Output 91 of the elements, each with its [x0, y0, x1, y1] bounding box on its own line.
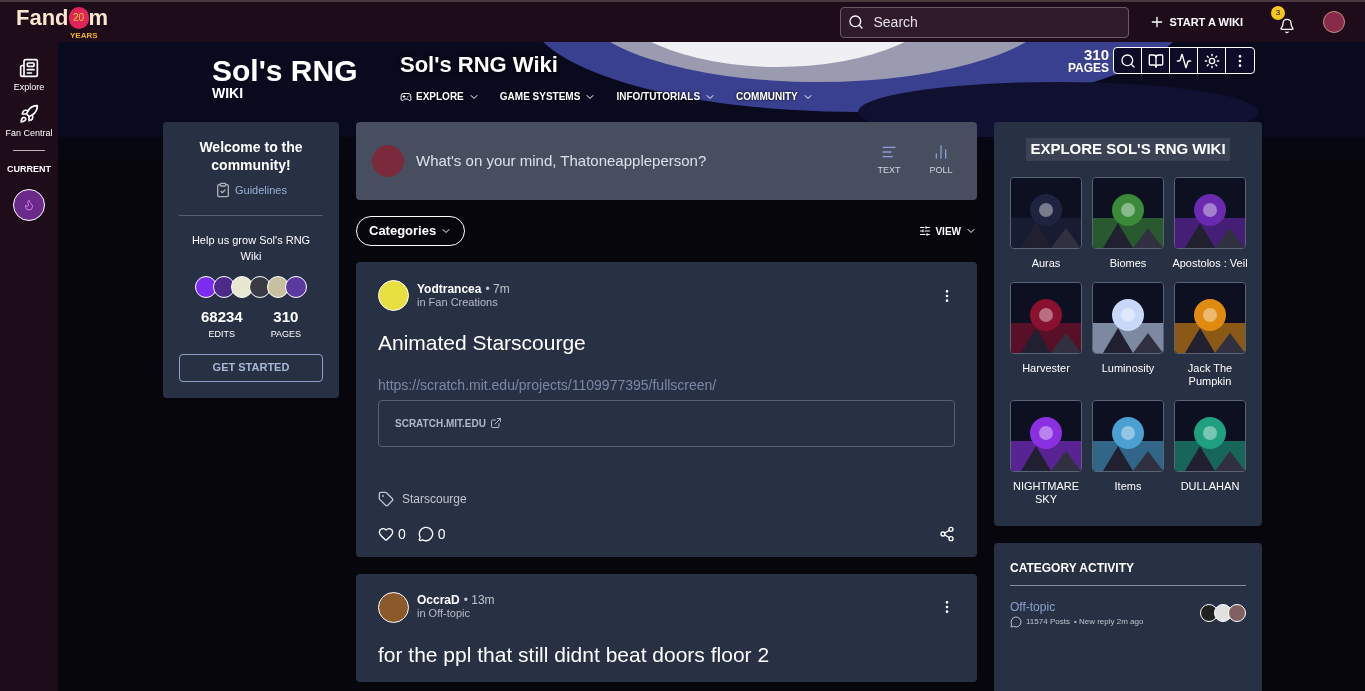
help-text: Help us grow Sol's RNG Wiki: [190, 232, 312, 264]
book-icon: [1147, 52, 1164, 69]
post-title[interactable]: for the ppl that still didnt beat doors floor 2: [378, 638, 955, 670]
activity-title: CATEGORY ACTIVITY: [1010, 558, 1246, 586]
rail-item[interactable]: Explore: [5, 58, 53, 92]
stat-value: 68234: [200, 306, 243, 327]
bell-icon: [1279, 18, 1295, 34]
notifications-button[interactable]: 3: [1271, 6, 1303, 38]
like-button[interactable]: 0: [378, 523, 406, 545]
wiki-logo[interactable]: Sol's RNG WIKI: [164, 34, 400, 122]
explore-item-label[interactable]: Luminosity: [1090, 361, 1166, 375]
sun-icon: [1203, 52, 1220, 69]
explore-item-label[interactable]: DULLAHAN: [1172, 479, 1248, 493]
logo-text: m: [88, 4, 109, 31]
post-count: 11574 Posts: [1026, 615, 1070, 628]
comment-button[interactable]: 0: [417, 523, 446, 545]
share-icon[interactable]: [939, 526, 955, 542]
member-avatar[interactable]: [1228, 603, 1246, 622]
sliders-icon: [919, 225, 932, 237]
pages-label: PAGES: [1067, 62, 1109, 74]
post-tag[interactable]: Starscourge: [402, 489, 467, 508]
nav-menu[interactable]: GAME SYSTEMS: [499, 89, 597, 104]
rocket-icon: [19, 104, 39, 124]
page-count: 310: [1083, 47, 1109, 62]
start-wiki-button[interactable]: START A WIKI: [1149, 13, 1243, 31]
get-started-button[interactable]: GET STARTED: [179, 353, 323, 382]
user-avatar[interactable]: [1323, 11, 1345, 33]
explore-item-label[interactable]: NIGHTMARE SKY: [1008, 479, 1084, 506]
post-field[interactable]: What's on your mind, Thatoneappleperson?: [416, 149, 857, 173]
heart-icon: [378, 526, 394, 542]
tag-icon: [378, 490, 394, 507]
explore-item-label[interactable]: Biomes: [1090, 256, 1166, 270]
post-category[interactable]: in Fan Creations: [417, 295, 510, 309]
last-reply: • New reply 2m ago: [1073, 615, 1144, 628]
anniversary-badge: 20: [68, 6, 89, 29]
member-avatar[interactable]: [213, 275, 235, 298]
activity-icon: [1175, 52, 1192, 69]
member-avatar[interactable]: [1200, 603, 1218, 622]
search-icon: [848, 13, 865, 30]
wiki-title: Sol's RNG Wiki: [400, 51, 559, 79]
member-avatar[interactable]: [1214, 603, 1232, 622]
clipboard-icon: [215, 182, 231, 199]
search-icon: [1119, 52, 1136, 69]
link-preview[interactable]: SCRATCH.MIT.EDU: [378, 399, 955, 447]
stat-value: 310: [273, 306, 299, 327]
comment-icon: [1010, 615, 1022, 628]
rail-item[interactable]: Fan Central: [5, 104, 53, 138]
user-avatar: [372, 145, 404, 177]
explore-item-label[interactable]: Harvester: [1008, 361, 1084, 375]
author-avatar[interactable]: [378, 280, 409, 311]
logo-text: Fand: [16, 4, 69, 31]
years-label: YEARS: [70, 30, 99, 40]
post-time: • 13m: [463, 594, 495, 607]
nav-menu[interactable]: COMMUNITY: [736, 89, 814, 104]
wiki-avatar[interactable]: [13, 188, 45, 221]
comment-icon: [417, 526, 434, 542]
nav-menu[interactable]: INFO/TUTORIALS: [616, 89, 717, 104]
stat-label: EDITS: [208, 328, 236, 341]
member-avatar[interactable]: [195, 275, 217, 298]
explore-title: EXPLORE SOL'S RNG WIKI: [1026, 138, 1230, 161]
gamepad-icon: [400, 90, 412, 103]
member-avatar[interactable]: [285, 275, 307, 298]
post-title[interactable]: Animated Starscourge: [378, 327, 955, 359]
author-name[interactable]: Yodtrancea: [417, 282, 482, 296]
flame-icon: [23, 198, 35, 211]
post-category[interactable]: in Off-topic: [417, 607, 495, 620]
search-field[interactable]: Search: [840, 6, 1130, 38]
stat-label: PAGES: [270, 328, 302, 341]
newspaper-icon: [19, 58, 39, 78]
welcome-title: Welcome to the community!: [198, 138, 304, 174]
member-avatar[interactable]: [267, 275, 289, 298]
post-link[interactable]: https://scratch.mit.edu/projects/1109977395/fullscreen/: [378, 374, 955, 396]
explore-item-label[interactable]: Jack The Pumpkin: [1172, 361, 1248, 388]
current-label: CURRENT: [7, 163, 51, 176]
guidelines-link[interactable]: Guidelines: [215, 182, 287, 199]
explore-item-label[interactable]: Items: [1090, 479, 1166, 493]
member-avatar[interactable]: [231, 275, 253, 298]
post-time: • 7m: [485, 282, 510, 296]
post-type-button[interactable]: POLL: [921, 144, 961, 178]
bar-chart-icon: [933, 144, 949, 161]
external-link-icon: [489, 417, 502, 429]
post-type-button[interactable]: TEXT: [869, 144, 909, 178]
view-dropdown[interactable]: VIEW: [919, 223, 977, 239]
explore-item-label[interactable]: Apostolos : Veil: [1172, 256, 1248, 270]
notification-count: 3: [1271, 6, 1285, 20]
author-name[interactable]: OccraD: [417, 594, 460, 607]
author-avatar[interactable]: [378, 591, 409, 623]
member-avatar[interactable]: [249, 275, 271, 298]
category-link[interactable]: Off-topic: [1010, 597, 1144, 616]
explore-item-label[interactable]: Auras: [1008, 256, 1084, 270]
nav-menu[interactable]: EXPLORE: [400, 89, 480, 104]
